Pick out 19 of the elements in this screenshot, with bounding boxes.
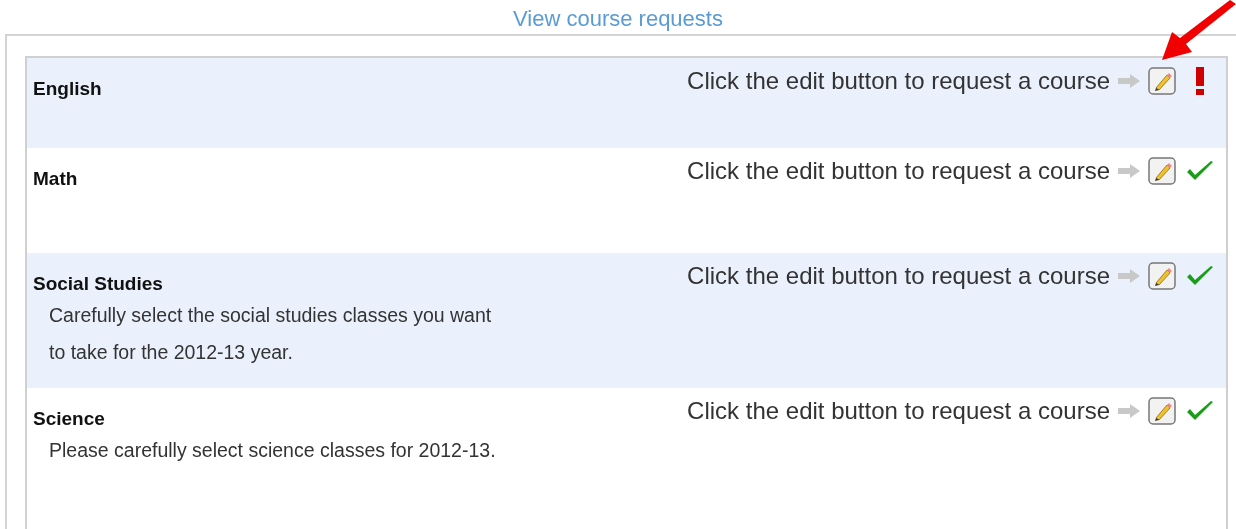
- edit-button[interactable]: [1148, 397, 1176, 425]
- right-arrow-icon: [1118, 404, 1140, 418]
- course-title: Math: [33, 168, 79, 190]
- instruction-text: Click the edit button to request a course: [687, 67, 1110, 95]
- edit-button[interactable]: [1148, 262, 1176, 290]
- course-description: Carefully select the social studies classes you want to take for the 2012-13 year.: [48, 303, 493, 365]
- edit-button[interactable]: [1148, 67, 1176, 95]
- instruction-text: Click the edit button to request a course: [687, 397, 1110, 425]
- course-title: Science: [33, 408, 106, 430]
- right-arrow-icon: [1118, 269, 1140, 283]
- instruction-text: Click the edit button to request a course: [687, 262, 1110, 290]
- course-title: Social Studies: [33, 273, 164, 295]
- right-arrow-icon: [1118, 74, 1140, 88]
- right-arrow-icon: [1118, 164, 1140, 178]
- edit-button[interactable]: [1148, 157, 1176, 185]
- course-title: English: [33, 78, 103, 100]
- course-description: Please carefully select science classes for 2012-13.: [48, 438, 497, 463]
- instruction-text: Click the edit button to request a course: [687, 157, 1110, 185]
- view-requests-link[interactable]: View course requests: [513, 6, 723, 34]
